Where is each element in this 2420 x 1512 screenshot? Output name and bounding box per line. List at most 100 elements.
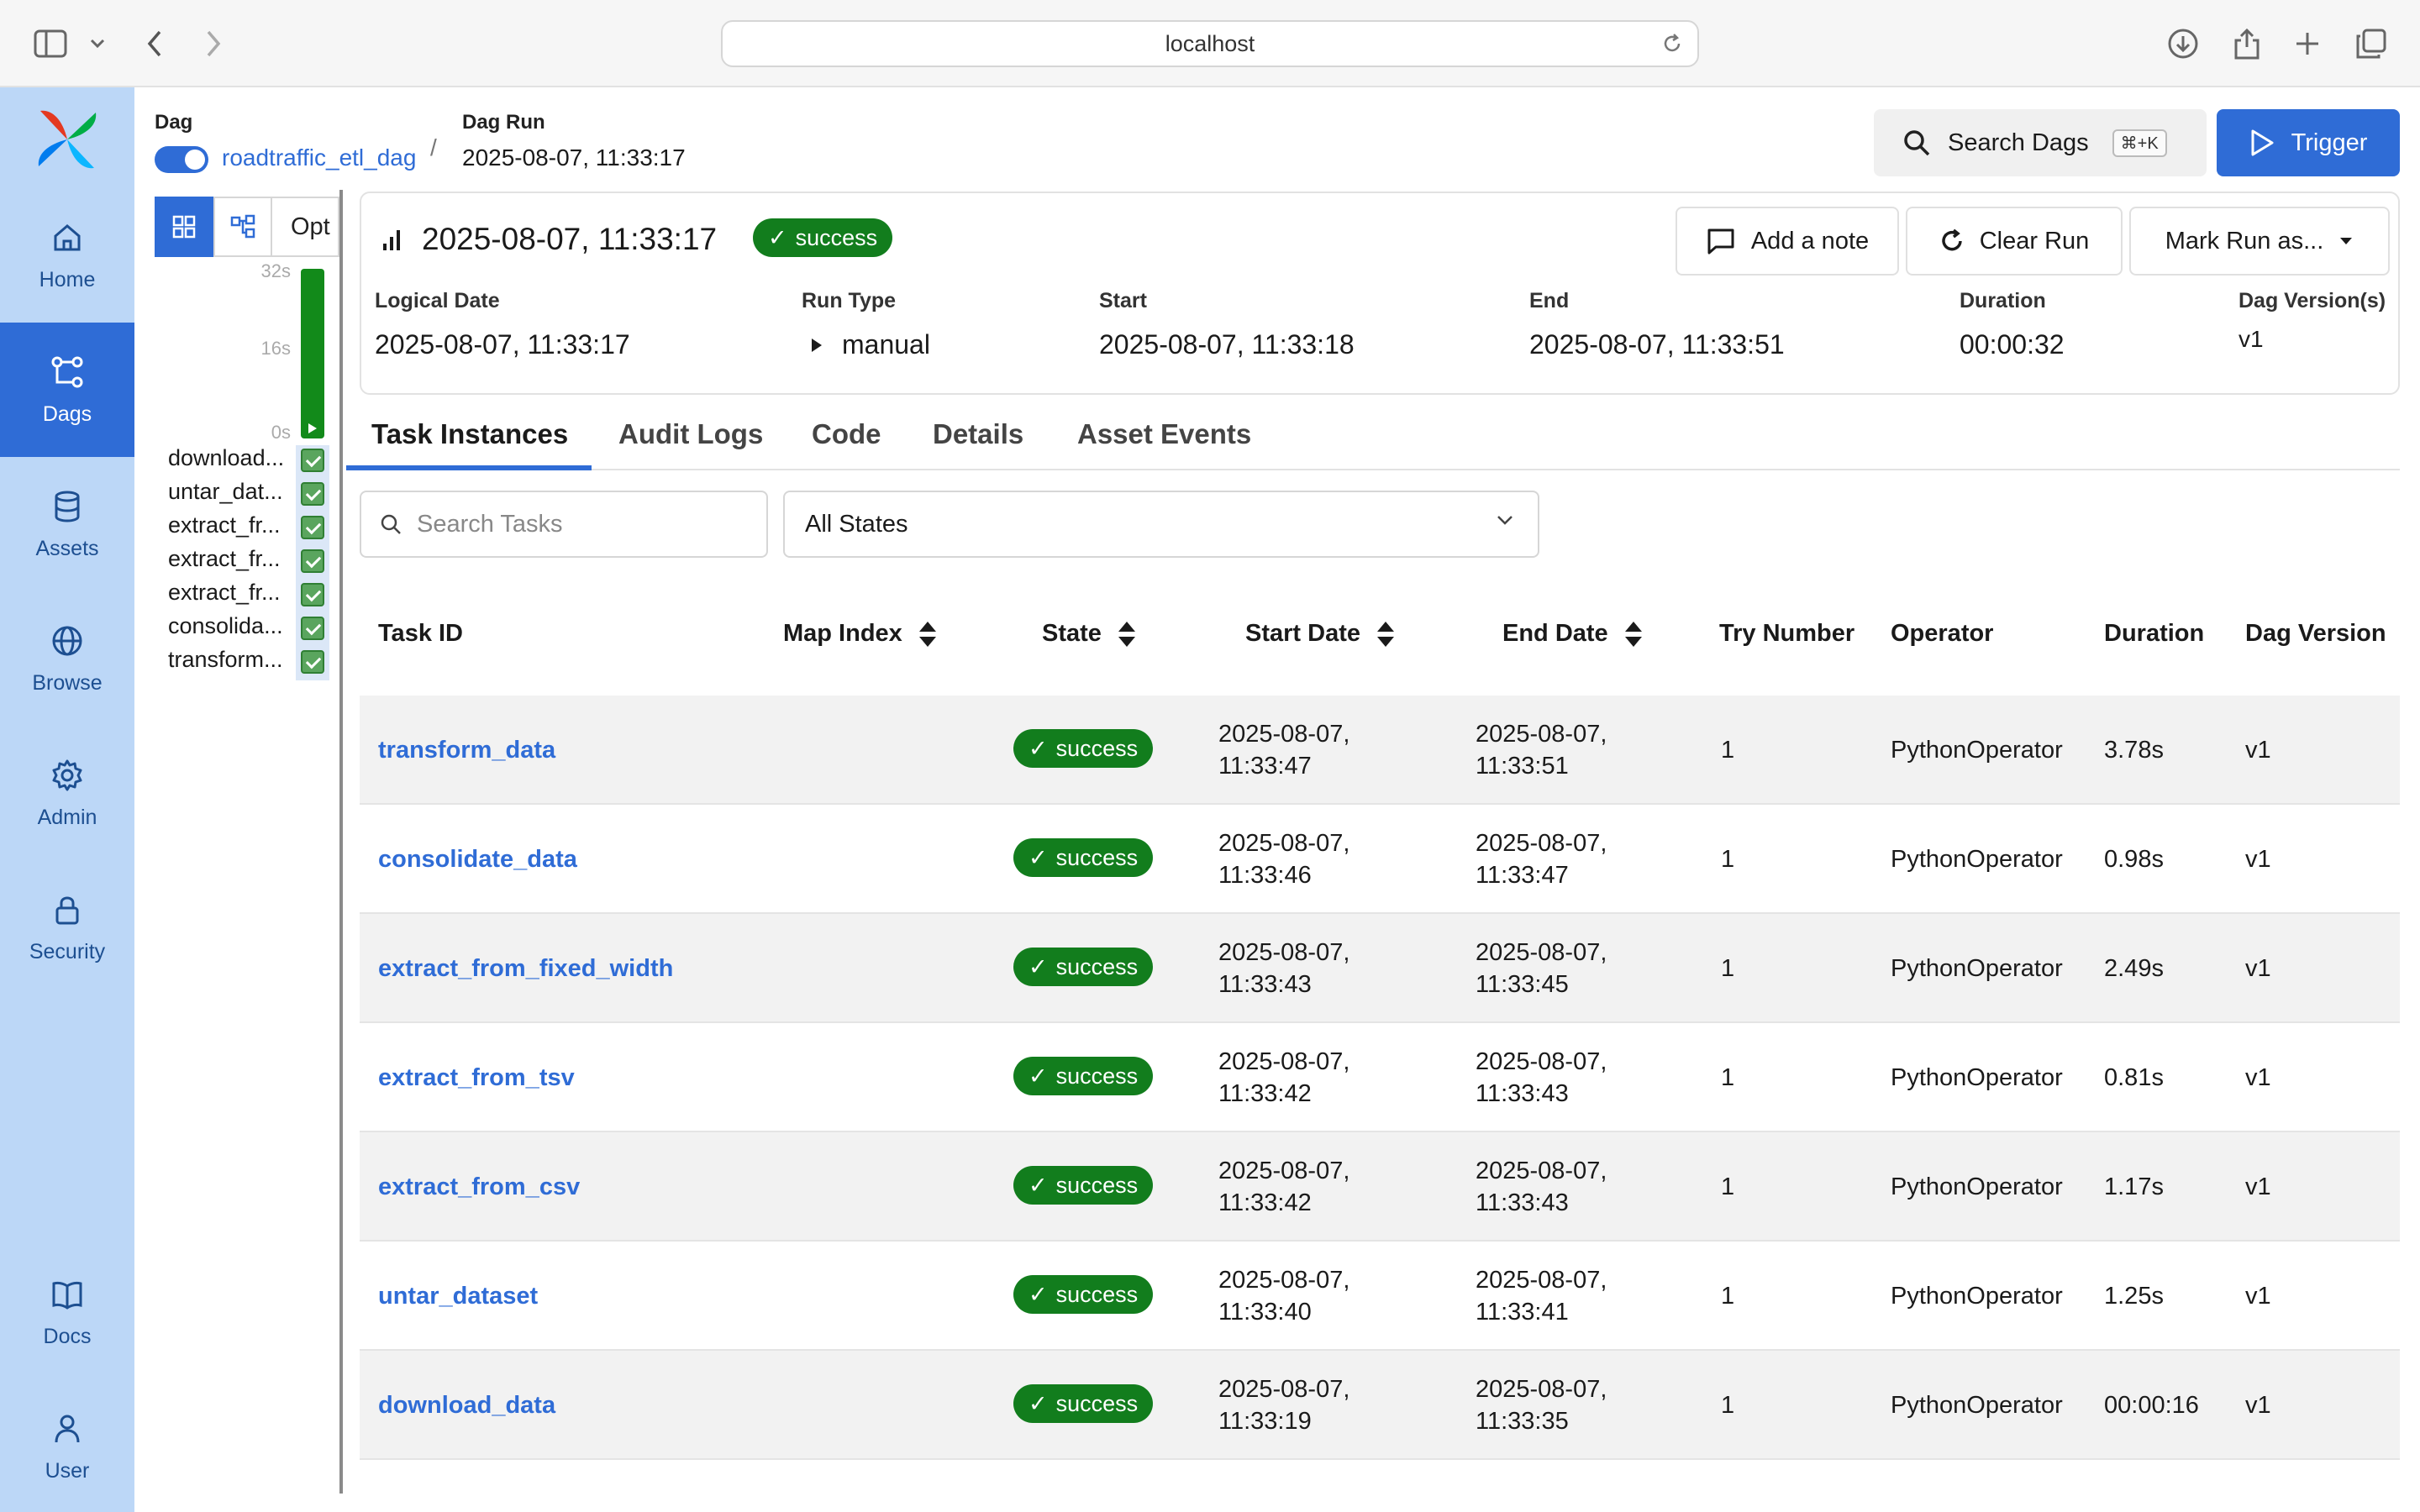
column-header-label: Operator [1891, 620, 1994, 647]
search-shortcut: ⌘+K [2112, 129, 2167, 157]
task-success-cell[interactable] [301, 650, 324, 674]
task-id-link[interactable]: untar_dataset [378, 1280, 538, 1312]
dag-pause-toggle[interactable] [155, 146, 208, 173]
check-icon: ✓ [1028, 1173, 1048, 1198]
column-header-try-number[interactable]: Try Number [1719, 620, 1854, 648]
task-id-link[interactable]: transform_data [378, 734, 555, 766]
nav-home[interactable]: Home [0, 188, 134, 323]
tab-details[interactable]: Details [933, 418, 1023, 450]
task-success-cell[interactable] [301, 482, 324, 506]
graph-icon [230, 214, 255, 239]
back-arrow-icon[interactable] [134, 24, 175, 64]
column-header-duration[interactable]: Duration [2104, 620, 2204, 648]
new-tab-icon[interactable] [2287, 24, 2328, 64]
nav-security[interactable]: Security [0, 860, 134, 995]
column-header-task-id[interactable]: Task ID [378, 620, 463, 648]
search-dags-button[interactable]: Search Dags ⌘+K [1874, 109, 2207, 176]
grid-icon [172, 215, 196, 239]
start-date: 2025-08-07, 11:33:40 [1218, 1267, 1350, 1326]
task-success-cell[interactable] [301, 449, 324, 472]
task-success-cell[interactable] [301, 516, 324, 539]
state-text: success [1055, 1391, 1139, 1416]
grid-task-name[interactable]: consolida... [168, 613, 294, 639]
tabs-overview-icon[interactable] [2351, 24, 2391, 64]
operator: PythonOperator [1891, 1283, 2063, 1310]
dag-name-link[interactable]: roadtraffic_etl_dag [222, 144, 416, 171]
options-button[interactable]: Opt [272, 197, 339, 257]
operator: PythonOperator [1891, 846, 2063, 873]
grid-task-name[interactable]: untar_dat... [168, 479, 294, 505]
nav-admin[interactable]: Admin [0, 726, 134, 860]
duration: 2.49s [2104, 955, 2164, 982]
globe-icon [52, 626, 82, 655]
task-success-cell[interactable] [301, 617, 324, 640]
grid-task-name[interactable]: extract_fr... [168, 580, 294, 606]
grid-view-button[interactable] [155, 197, 213, 257]
end-date: 2025-08-07, 11:33:41 [1476, 1267, 1607, 1326]
column-header-start-date[interactable]: Start Date [1245, 620, 1394, 648]
sidebar-toggle-icon[interactable] [30, 24, 71, 64]
column-header-dag-version[interactable]: Dag Version [2245, 620, 2386, 648]
mark-run-dropdown[interactable]: Mark Run as... [2129, 207, 2390, 276]
forward-arrow-icon[interactable] [193, 24, 234, 64]
run-type-value: manual [842, 329, 930, 360]
database-icon [55, 491, 80, 522]
graph-view-button[interactable] [213, 197, 272, 257]
column-header-label: Dag Version [2245, 620, 2386, 647]
dag-run-bar[interactable] [301, 269, 324, 438]
download-icon[interactable] [2163, 24, 2203, 64]
tab-asset-events[interactable]: Asset Events [1077, 418, 1251, 450]
sort-icon[interactable] [1377, 621, 1394, 647]
dag-version: v1 [2245, 737, 2271, 764]
grid-task-name[interactable]: extract_fr... [168, 512, 294, 538]
panel-resize-handle[interactable] [339, 190, 343, 1494]
tab-audit-logs[interactable]: Audit Logs [618, 418, 763, 450]
task-success-cell[interactable] [301, 583, 324, 606]
sort-icon[interactable] [918, 621, 936, 647]
active-tab-indicator [346, 465, 592, 470]
task-success-cell[interactable] [301, 549, 324, 573]
state-text: success [1055, 954, 1139, 979]
nav-dags[interactable]: Dags [0, 323, 134, 457]
start-date: 2025-08-07, 11:33:47 [1218, 721, 1350, 780]
grid-task-name[interactable]: transform... [168, 647, 294, 673]
chevron-down-icon[interactable] [77, 24, 118, 64]
nav-docs[interactable]: Docs [0, 1245, 134, 1379]
trigger-button[interactable]: Trigger [2217, 109, 2400, 176]
search-tasks-input[interactable]: Search Tasks [360, 491, 768, 558]
book-icon [52, 1281, 82, 1310]
nav-user[interactable]: User [0, 1379, 134, 1512]
user-icon [55, 1415, 80, 1442]
column-header-map-index[interactable]: Map Index [783, 620, 936, 648]
sort-icon[interactable] [1624, 621, 1642, 647]
nav-home-label: Home [39, 267, 96, 291]
airflow-logo[interactable] [34, 106, 101, 173]
task-id-link[interactable]: extract_from_csv [378, 1171, 580, 1203]
task-id-link[interactable]: extract_from_tsv [378, 1062, 575, 1094]
state-filter-select[interactable]: All States [783, 491, 1539, 558]
column-header-state[interactable]: State [1042, 620, 1135, 648]
nav-assets[interactable]: Assets [0, 457, 134, 591]
table-row: download_data ✓ success 2025-08-07, 11:33:1… [360, 1351, 2400, 1460]
task-id-link[interactable]: consolidate_data [378, 843, 577, 875]
table-row: extract_from_tsv ✓ success 2025-08-07, 11:3… [360, 1023, 2400, 1132]
grid-task-name[interactable]: extract_fr... [168, 546, 294, 572]
reload-icon[interactable] [1660, 32, 1684, 61]
grid-axis-label: 32s [260, 260, 291, 281]
sort-icon[interactable] [1118, 621, 1135, 647]
nav-browse[interactable]: Browse [0, 591, 134, 726]
address-bar[interactable]: localhost [721, 20, 1699, 67]
share-icon[interactable] [2227, 24, 2267, 64]
column-header-operator[interactable]: Operator [1891, 620, 1993, 648]
grid-task-name[interactable]: download... [168, 445, 294, 471]
column-header-end-date[interactable]: End Date [1502, 620, 1642, 648]
tab-task-instances[interactable]: Task Instances [371, 418, 568, 450]
browser-toolbar: localhost [0, 0, 2420, 87]
clear-run-button[interactable]: Clear Run [1906, 207, 2123, 276]
run-type: manual [810, 329, 930, 360]
add-note-button[interactable]: Add a note [1676, 207, 1899, 276]
task-id-link[interactable]: extract_from_fixed_width [378, 953, 673, 984]
task-id-link[interactable]: download_data [378, 1389, 555, 1421]
duration: 1.17s [2104, 1173, 2164, 1200]
tab-code[interactable]: Code [812, 418, 881, 450]
